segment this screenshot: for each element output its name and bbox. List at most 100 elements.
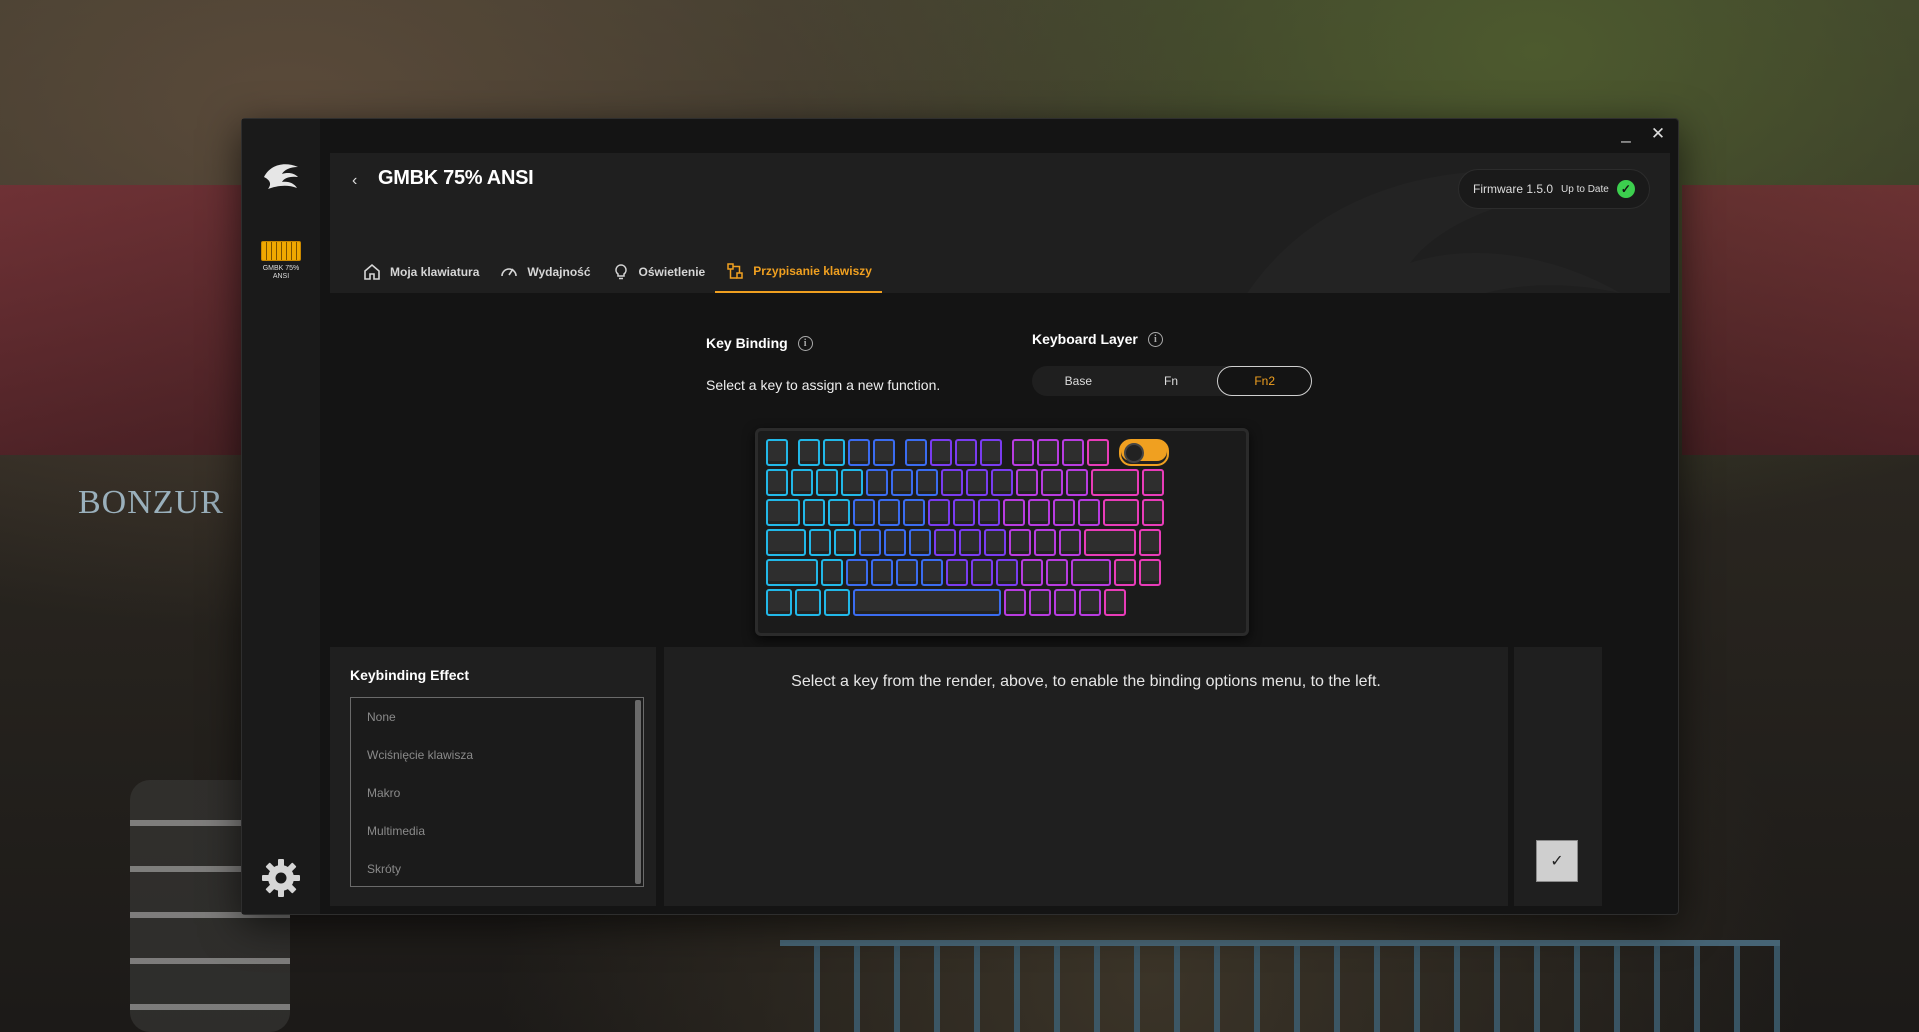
keyboard-key[interactable] [816,469,838,496]
keyboard-key[interactable] [1028,499,1050,526]
keyboard-key[interactable] [766,439,788,466]
keyboard-key[interactable] [884,529,906,556]
keyboard-key[interactable] [1079,589,1101,616]
keyboard-key[interactable] [828,499,850,526]
layer-option-base[interactable]: Base [1032,366,1125,396]
keyboard-key[interactable] [1104,589,1126,616]
keyboard-key[interactable] [1071,559,1111,586]
keyboard-key[interactable] [1139,559,1161,586]
keyboard-key[interactable] [1021,559,1043,586]
tab-oswietlenie[interactable]: Oświetlenie [601,251,716,293]
effect-option-macro[interactable]: Makro [351,774,643,812]
keyboard-key[interactable] [1029,589,1051,616]
tab-wydajnosc[interactable]: Wydajność [489,251,600,293]
keyboard-key[interactable] [1003,499,1025,526]
keyboard-key[interactable] [1046,559,1068,586]
keyboard-key[interactable] [921,559,943,586]
keyboard-key[interactable] [853,499,875,526]
keyboard-key[interactable] [803,499,825,526]
keyboard-key[interactable] [853,589,1001,616]
keyboard-key[interactable] [905,439,927,466]
keyboard-key[interactable] [798,439,820,466]
info-icon[interactable]: i [1147,331,1163,347]
keyboard-key[interactable] [821,559,843,586]
keyboard-key[interactable] [1103,499,1139,526]
keyboard-key[interactable] [824,589,850,616]
effect-option-multimedia[interactable]: Multimedia [351,812,643,850]
keyboard-key[interactable] [891,469,913,496]
keyboard-key[interactable] [1142,469,1164,496]
firmware-status-pill[interactable]: Firmware 1.5.0 Up to Date ✓ [1458,169,1650,209]
keyboard-key[interactable] [1062,439,1084,466]
device-keyboard-item[interactable]: GMBK 75% ANSI [259,241,303,281]
keyboard-key[interactable] [941,469,963,496]
keyboard-key[interactable] [959,529,981,556]
tab-przypisanie-klawiszy[interactable]: Przypisanie klawiszy [715,251,882,293]
keyboard-key[interactable] [903,499,925,526]
keyboard-key[interactable] [871,559,893,586]
effect-option-keypress[interactable]: Wciśnięcie klawisza [351,736,643,774]
keyboard-key[interactable] [953,499,975,526]
keyboard-key[interactable] [946,559,968,586]
keyboard-key[interactable] [1142,499,1164,526]
keyboard-key[interactable] [930,439,952,466]
keyboard-key[interactable] [1139,529,1161,556]
keyboard-key[interactable] [996,559,1018,586]
keyboard-key[interactable] [1004,589,1026,616]
keyboard-key[interactable] [1087,439,1109,466]
keyboard-key[interactable] [1084,529,1136,556]
rotary-knob[interactable] [1119,439,1169,466]
keyboard-key[interactable] [766,589,792,616]
keyboard-key[interactable] [766,469,788,496]
effect-option-none[interactable]: None [351,698,643,736]
keyboard-key[interactable] [846,559,868,586]
keyboard-key[interactable] [1066,469,1088,496]
keyboard-key[interactable] [1016,469,1038,496]
keyboard-key[interactable] [795,589,821,616]
keyboard-key[interactable] [1012,439,1034,466]
keyboard-key[interactable] [866,469,888,496]
keyboard-key[interactable] [980,439,1002,466]
settings-gear-icon[interactable] [260,857,302,899]
info-icon[interactable]: i [797,335,813,351]
keyboard-key[interactable] [848,439,870,466]
keyboard-key[interactable] [1091,469,1139,496]
keyboard-key[interactable] [859,529,881,556]
back-button[interactable]: ‹ [352,172,357,190]
keyboard-key[interactable] [916,469,938,496]
keyboard-key[interactable] [878,499,900,526]
close-button[interactable]: ✕ [1650,123,1666,145]
keyboard-key[interactable] [955,439,977,466]
keyboard-key[interactable] [823,439,845,466]
keyboard-key[interactable] [971,559,993,586]
keyboard-key[interactable] [1009,529,1031,556]
confirm-button[interactable]: ✓ [1536,840,1578,882]
keyboard-key[interactable] [1114,559,1136,586]
keyboard-key[interactable] [1037,439,1059,466]
layer-option-fn[interactable]: Fn [1125,366,1218,396]
keyboard-key[interactable] [766,559,818,586]
keyboard-key[interactable] [766,529,806,556]
keyboard-key[interactable] [1078,499,1100,526]
keyboard-key[interactable] [984,529,1006,556]
layer-option-fn2[interactable]: Fn2 [1217,366,1313,396]
keyboard-key[interactable] [809,529,831,556]
keyboard-key[interactable] [766,499,800,526]
keyboard-key[interactable] [909,529,931,556]
keyboard-key[interactable] [934,529,956,556]
keyboard-key[interactable] [1059,529,1081,556]
tab-moja-klawiatura[interactable]: Moja klawiatura [352,251,489,293]
effect-list-scrollbar[interactable] [635,700,641,884]
effect-option-shortcuts[interactable]: Skróty [351,850,643,888]
keyboard-key[interactable] [896,559,918,586]
keyboard-key[interactable] [873,439,895,466]
keyboard-key[interactable] [928,499,950,526]
keyboard-key[interactable] [834,529,856,556]
keyboard-key[interactable] [791,469,813,496]
keyboard-key[interactable] [991,469,1013,496]
keyboard-key[interactable] [966,469,988,496]
minimize-button[interactable]: _ [1618,123,1634,145]
keyboard-key[interactable] [1041,469,1063,496]
keyboard-key[interactable] [1054,589,1076,616]
keyboard-key[interactable] [1053,499,1075,526]
